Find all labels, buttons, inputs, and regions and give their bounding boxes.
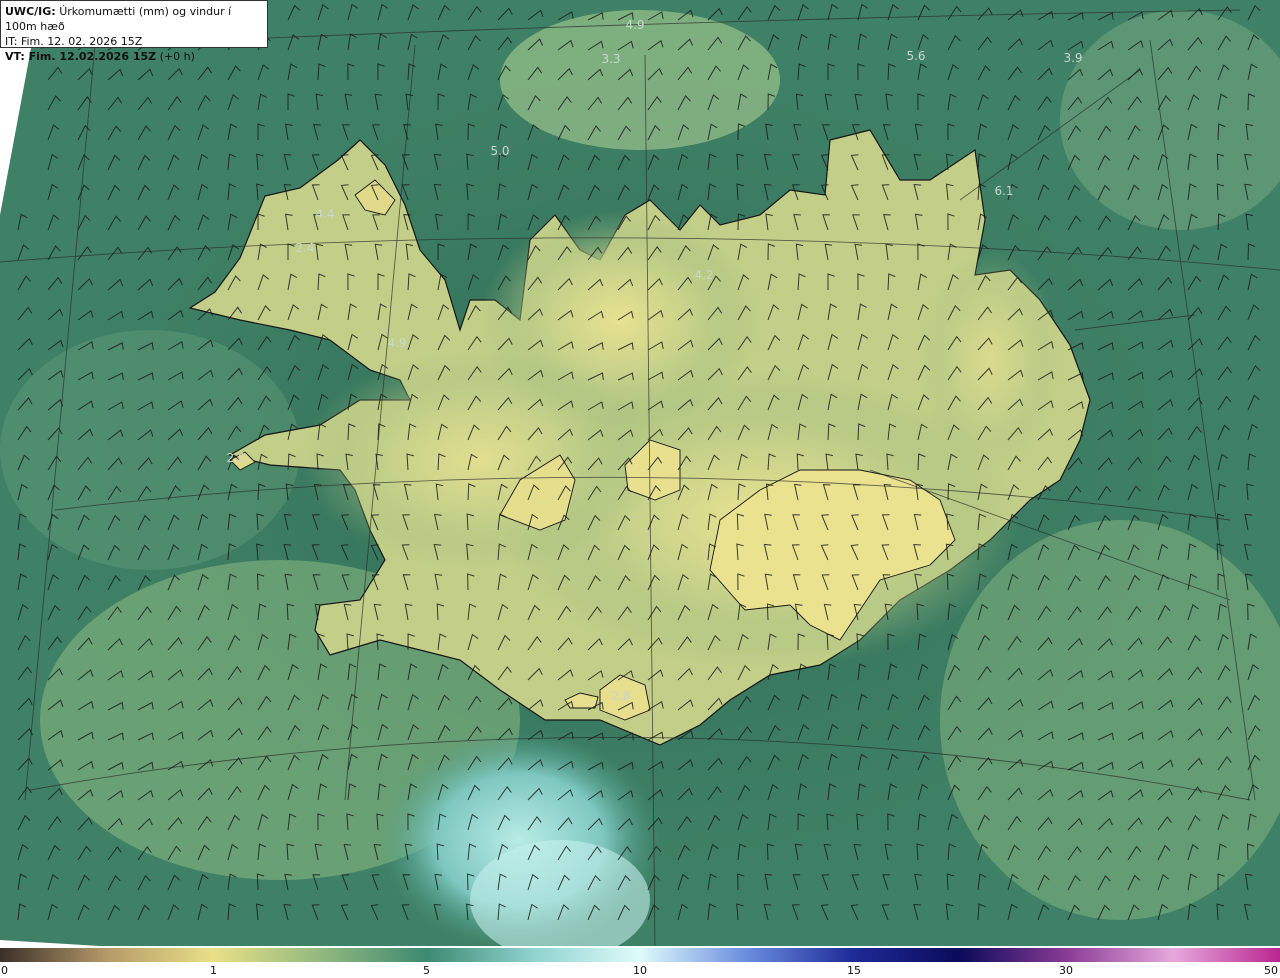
- precipitation-wind-map: 4.9 3.3 5.6 3.9 5.0 6.1 4.4 2.4 4.2 4.9 2.0 2.8: [0, 0, 1280, 946]
- map-value-label: 2.4: [295, 241, 314, 255]
- forecast-offset: (+0 h): [159, 50, 195, 63]
- colorbar: 0 1 5 10 15 30 50: [0, 946, 1280, 978]
- map-value-label: 2.0: [226, 451, 245, 465]
- map-value-label: 2.8: [611, 689, 630, 703]
- map-value-label: 4.9: [387, 336, 406, 350]
- colorbar-tick-10: 10: [633, 964, 647, 977]
- map-value-label: 4.2: [694, 268, 713, 282]
- map-value-label: 4.4: [315, 207, 334, 221]
- colorbar-strip: [0, 948, 1280, 962]
- map-value-label: 5.6: [906, 49, 925, 63]
- title-line: UWC/IG: Úrkomumætti (mm) og vindur í 100…: [5, 4, 263, 34]
- map-value-label: 5.0: [490, 144, 509, 158]
- valid-time: VT: Fim. 12.02.2026 15Z: [5, 50, 157, 63]
- issue-time: IT: Fim. 12. 02. 2026 15Z: [5, 35, 143, 48]
- colorbar-tick-0: 0: [1, 964, 8, 977]
- colorbar-tick-50: 50: [1264, 964, 1278, 977]
- map-value-label: 3.3: [601, 52, 620, 66]
- valid-time-line: VT: Fim. 12.02.2026 15Z (+0 h): [5, 49, 263, 64]
- map-value-label: 3.9: [1063, 51, 1082, 65]
- map-title-box: UWC/IG: Úrkomumætti (mm) og vindur í 100…: [0, 0, 268, 63]
- map-value-label: 4.9: [625, 18, 644, 32]
- colorbar-tick-1: 1: [210, 964, 217, 977]
- colorbar-tick-30: 30: [1059, 964, 1073, 977]
- colorbar-tick-15: 15: [847, 964, 861, 977]
- map-value-label: 6.1: [994, 184, 1013, 198]
- colorbar-tick-5: 5: [423, 964, 430, 977]
- model-prefix: UWC/IG:: [5, 5, 56, 18]
